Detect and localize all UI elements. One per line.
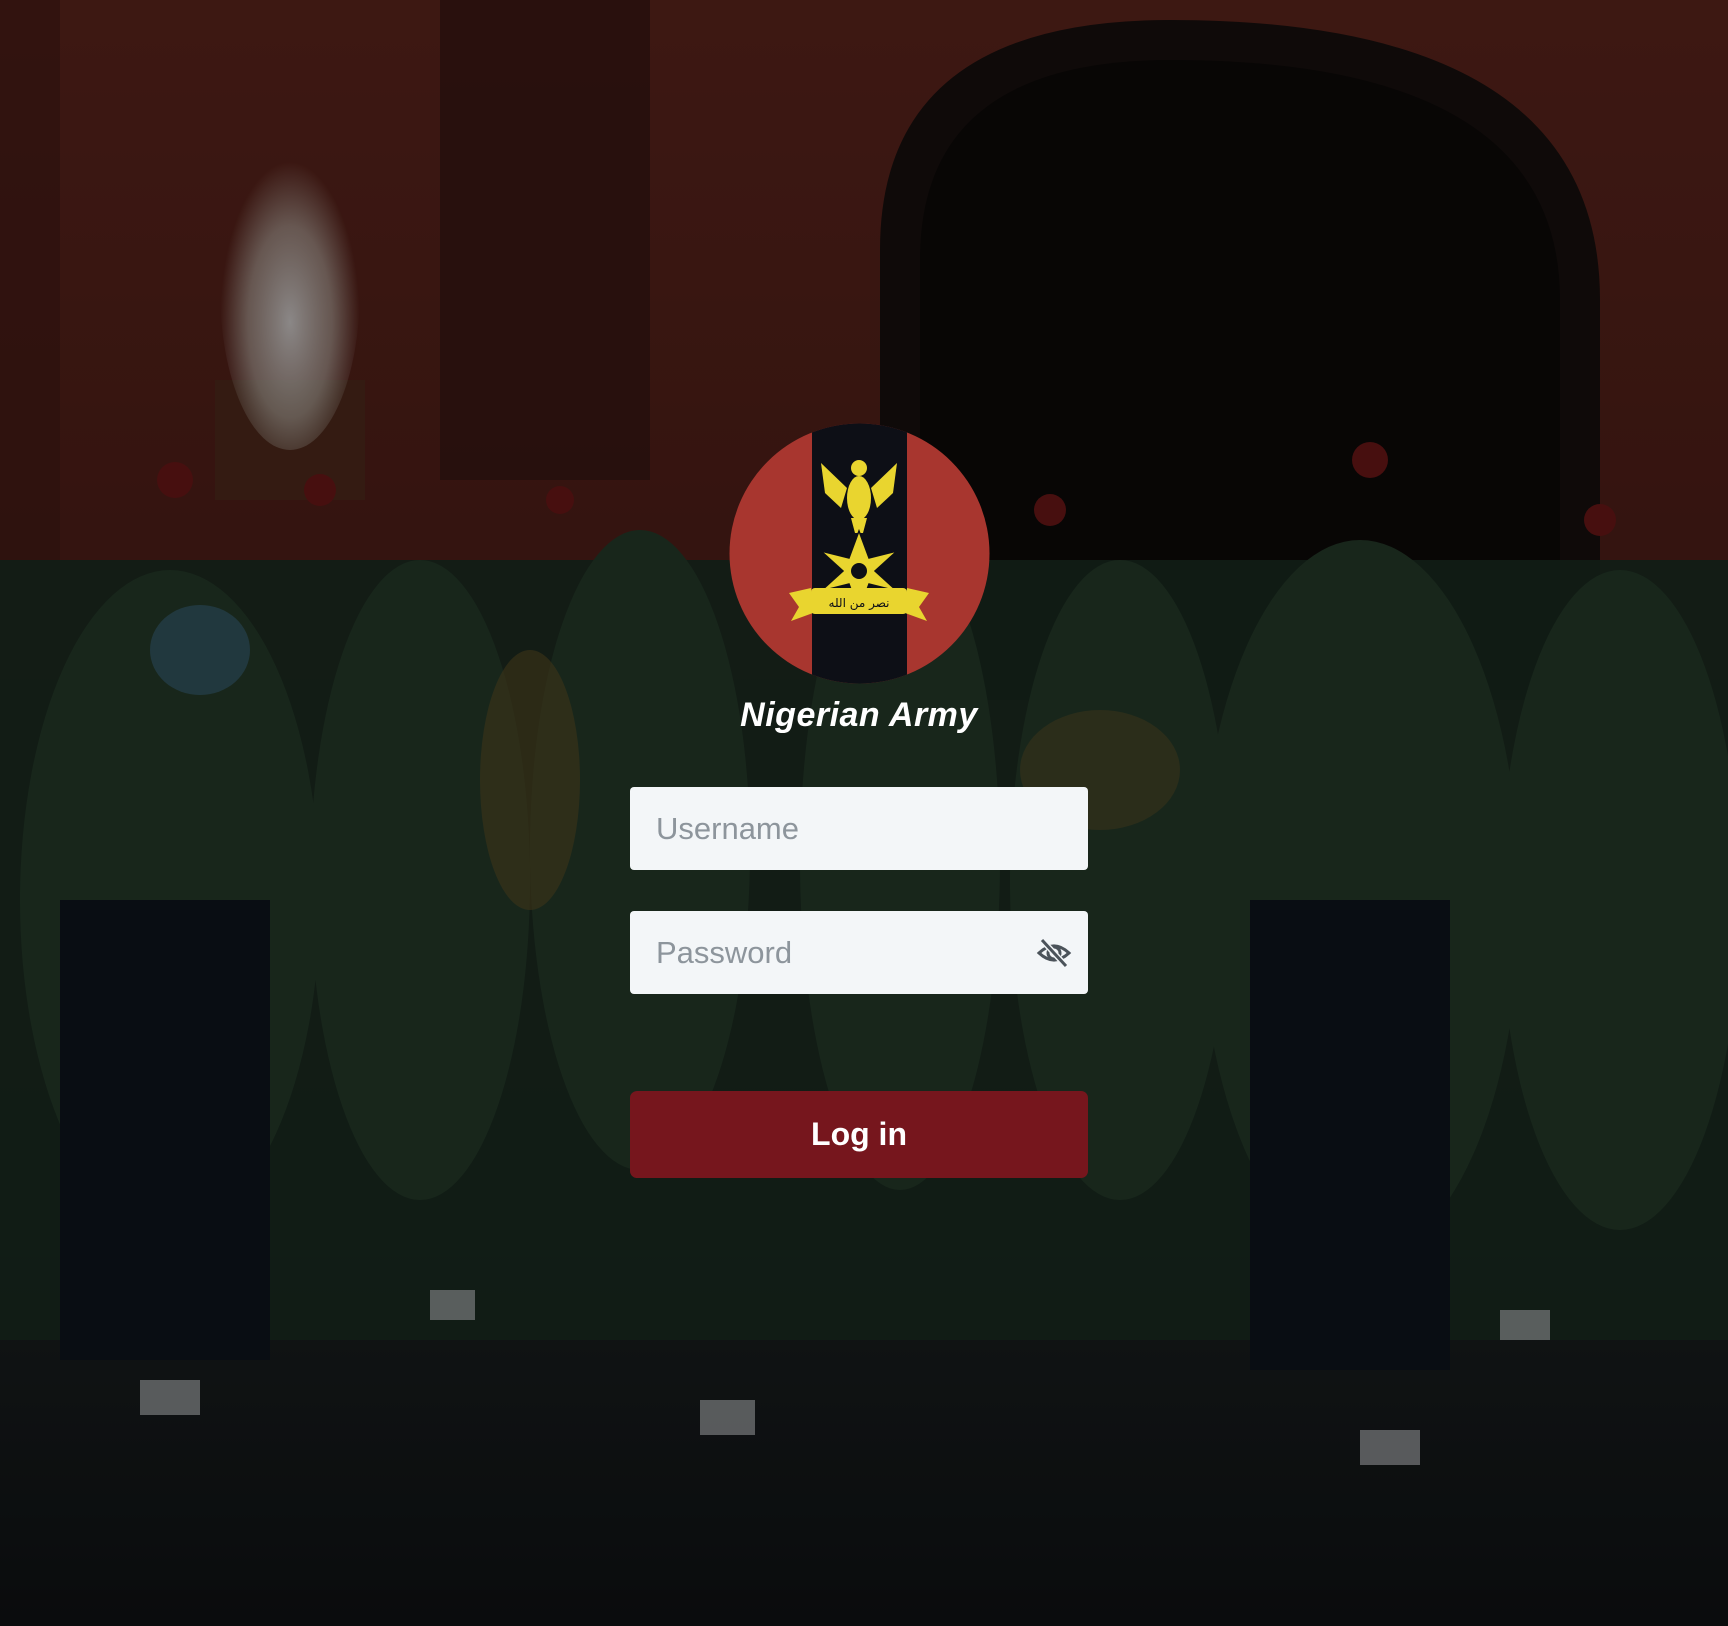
username-field[interactable]	[630, 787, 1088, 870]
nigerian-army-crest-icon: نصر من الله	[729, 423, 990, 684]
password-input[interactable]	[630, 911, 1088, 994]
eye-slash-icon[interactable]	[1036, 935, 1072, 971]
login-button[interactable]: Log in	[630, 1091, 1088, 1178]
password-field[interactable]	[630, 911, 1088, 994]
svg-text:نصر من الله: نصر من الله	[829, 596, 890, 611]
login-page: نصر من الله Nigerian Army Log in	[0, 0, 1728, 1626]
organization-name: Nigerian Army	[740, 696, 978, 734]
username-input[interactable]	[630, 787, 1088, 870]
